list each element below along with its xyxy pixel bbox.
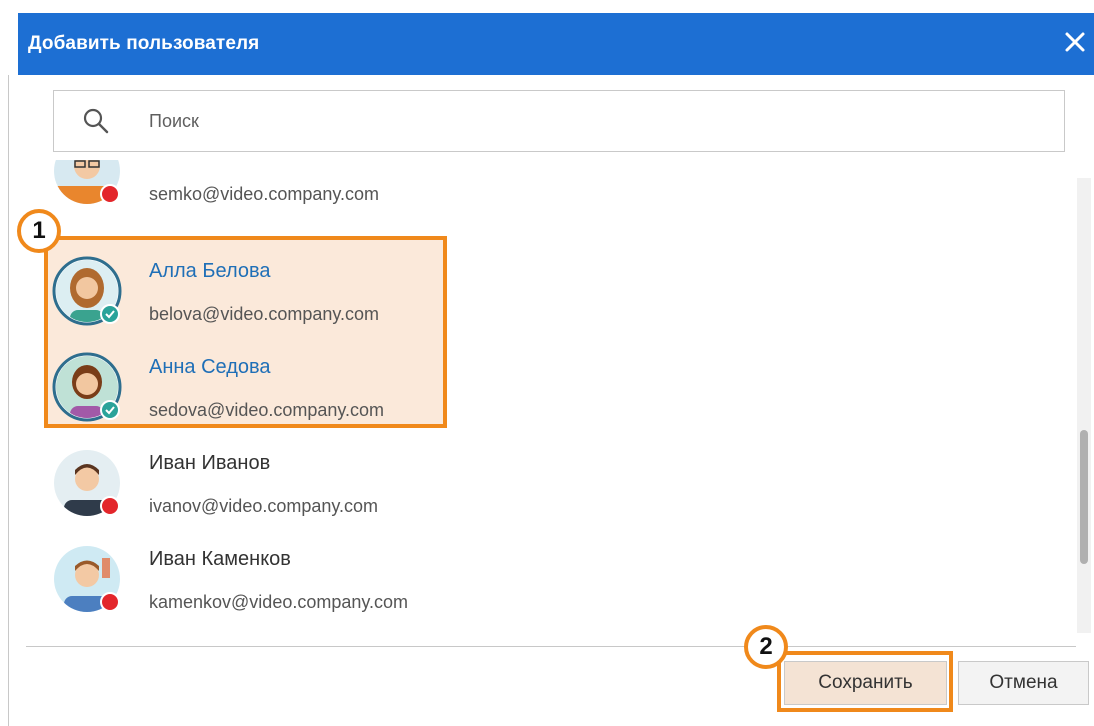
search-box[interactable] bbox=[53, 90, 1065, 152]
dialog-title: Добавить пользователя bbox=[28, 33, 260, 54]
list-item[interactable]: semko@video.company.com bbox=[10, 160, 1076, 218]
selection-frame bbox=[44, 236, 447, 428]
close-button[interactable] bbox=[1060, 27, 1090, 57]
user-email: ivanov@video.company.com bbox=[149, 496, 379, 516]
user-email: kamenkov@video.company.com bbox=[149, 592, 409, 612]
avatar bbox=[54, 450, 120, 516]
cancel-button[interactable]: Отмена bbox=[958, 661, 1089, 705]
save-button[interactable]: Сохранить bbox=[784, 661, 947, 705]
user-name: Иван Каменков bbox=[149, 548, 291, 570]
scroll-thumb[interactable] bbox=[1080, 430, 1088, 564]
scrollbar[interactable] bbox=[1077, 178, 1091, 633]
list-item[interactable]: Иван Каменков kamenkov@video.company.com bbox=[10, 530, 1076, 626]
user-email: semko@video.company.com bbox=[149, 184, 380, 204]
add-user-dialog: Добавить пользователя Поиск semko@video.… bbox=[0, 0, 1094, 726]
annotation-marker-2: 2 bbox=[744, 625, 788, 669]
top-clip bbox=[18, 0, 98, 13]
annotation-marker-1: 1 bbox=[17, 209, 61, 253]
dialog-left-border bbox=[8, 75, 9, 726]
list-item[interactable]: Иван Иванов ivanov@video.company.com bbox=[10, 434, 1076, 530]
close-icon bbox=[1065, 32, 1085, 52]
dialog-title-bar: Добавить пользователя bbox=[18, 13, 1094, 75]
footer-separator bbox=[26, 646, 1076, 647]
user-name: Иван Иванов bbox=[149, 452, 271, 474]
search-icon bbox=[83, 108, 109, 134]
avatar bbox=[54, 160, 120, 204]
search-input[interactable] bbox=[149, 109, 1029, 133]
avatar bbox=[54, 546, 120, 612]
